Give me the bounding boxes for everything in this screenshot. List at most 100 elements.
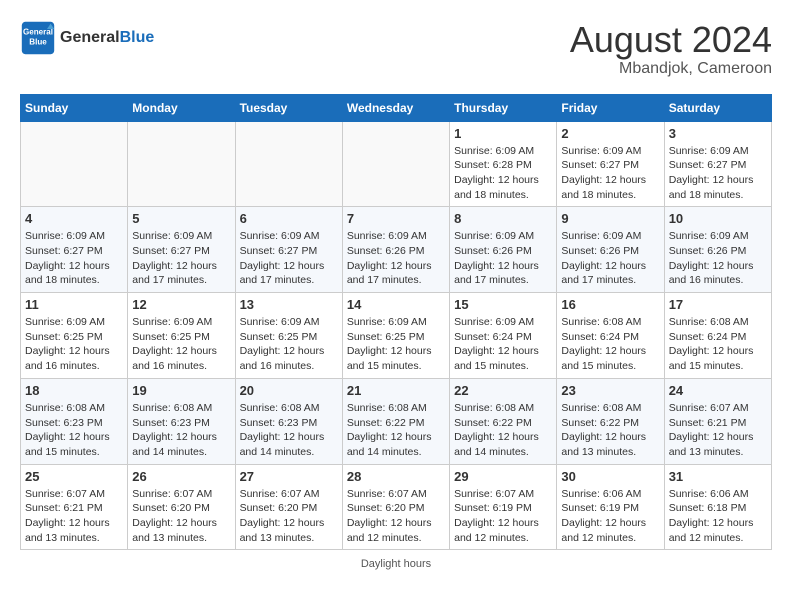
day-info: Sunrise: 6:08 AM Sunset: 6:23 PM Dayligh…: [240, 401, 338, 460]
calendar-footer: Daylight hours: [20, 558, 772, 570]
day-number: 19: [132, 383, 230, 398]
weekday-header-row: SundayMondayTuesdayWednesdayThursdayFrid…: [21, 94, 772, 121]
day-info: Sunrise: 6:09 AM Sunset: 6:26 PM Dayligh…: [669, 229, 767, 288]
calendar-cell: 8Sunrise: 6:09 AM Sunset: 6:26 PM Daylig…: [450, 207, 557, 293]
day-info: Sunrise: 6:09 AM Sunset: 6:27 PM Dayligh…: [132, 229, 230, 288]
day-number: 4: [25, 211, 123, 226]
calendar-cell: 9Sunrise: 6:09 AM Sunset: 6:26 PM Daylig…: [557, 207, 664, 293]
svg-text:Blue: Blue: [29, 37, 47, 46]
day-info: Sunrise: 6:08 AM Sunset: 6:22 PM Dayligh…: [454, 401, 552, 460]
location-subtitle: Mbandjok, Cameroon: [570, 60, 772, 78]
day-number: 13: [240, 297, 338, 312]
calendar-cell: [342, 121, 449, 207]
day-info: Sunrise: 6:09 AM Sunset: 6:25 PM Dayligh…: [347, 315, 445, 374]
calendar-week-4: 18 Sunrise: 6:08 AM Sunset: 6:23 PM Dayli…: [21, 378, 772, 464]
calendar-cell: 10 Sunrise: 6:09 AM Sunset: 6:26 PM Dayli…: [664, 207, 771, 293]
day-info: Sunrise: 6:09 AM Sunset: 6:24 PM Dayligh…: [454, 315, 552, 374]
day-number: 20: [240, 383, 338, 398]
title-block: August 2024 Mbandjok, Cameroon: [570, 20, 772, 78]
calendar-week-5: 25Sunrise: 6:07 AM Sunset: 6:21 PM Dayli…: [21, 464, 772, 550]
day-number: 29: [454, 469, 552, 484]
day-number: 3: [669, 126, 767, 141]
day-info: Sunrise: 6:09 AM Sunset: 6:25 PM Dayligh…: [25, 315, 123, 374]
calendar-header: SundayMondayTuesdayWednesdayThursdayFrid…: [21, 94, 772, 121]
day-info: Sunrise: 6:07 AM Sunset: 6:19 PM Dayligh…: [454, 487, 552, 546]
logo-icon: General Blue: [20, 20, 56, 56]
day-number: 16: [561, 297, 659, 312]
day-number: 18: [25, 383, 123, 398]
calendar-cell: [128, 121, 235, 207]
logo: General Blue GeneralBlue: [20, 20, 154, 56]
calendar-cell: 3 Sunrise: 6:09 AM Sunset: 6:27 PM Daylig…: [664, 121, 771, 207]
logo-text: GeneralBlue: [60, 29, 154, 47]
calendar-cell: 22 Sunrise: 6:08 AM Sunset: 6:22 PM Dayli…: [450, 378, 557, 464]
day-number: 28: [347, 469, 445, 484]
day-info: Sunrise: 6:07 AM Sunset: 6:21 PM Dayligh…: [669, 401, 767, 460]
day-number: 27: [240, 469, 338, 484]
calendar-table: SundayMondayTuesdayWednesdayThursdayFrid…: [20, 94, 772, 551]
day-number: 8: [454, 211, 552, 226]
day-info: Sunrise: 6:09 AM Sunset: 6:25 PM Dayligh…: [240, 315, 338, 374]
day-info: Sunrise: 6:09 AM Sunset: 6:27 PM Dayligh…: [25, 229, 123, 288]
calendar-cell: 17Sunrise: 6:08 AM Sunset: 6:24 PM Dayli…: [664, 293, 771, 379]
calendar-cell: 15 Sunrise: 6:09 AM Sunset: 6:24 PM Dayli…: [450, 293, 557, 379]
weekday-header-sunday: Sunday: [21, 94, 128, 121]
day-number: 12: [132, 297, 230, 312]
day-info: Sunrise: 6:07 AM Sunset: 6:20 PM Dayligh…: [132, 487, 230, 546]
day-number: 14: [347, 297, 445, 312]
calendar-cell: 19 Sunrise: 6:08 AM Sunset: 6:23 PM Dayli…: [128, 378, 235, 464]
day-info: Sunrise: 6:09 AM Sunset: 6:27 PM Dayligh…: [561, 144, 659, 203]
calendar-cell: 29 Sunrise: 6:07 AM Sunset: 6:19 PM Dayli…: [450, 464, 557, 550]
day-info: Sunrise: 6:08 AM Sunset: 6:24 PM Dayligh…: [669, 315, 767, 374]
calendar-cell: 18 Sunrise: 6:08 AM Sunset: 6:23 PM Dayli…: [21, 378, 128, 464]
calendar-cell: 30Sunrise: 6:06 AM Sunset: 6:19 PM Dayli…: [557, 464, 664, 550]
day-info: Sunrise: 6:07 AM Sunset: 6:20 PM Dayligh…: [347, 487, 445, 546]
calendar-cell: 6 Sunrise: 6:09 AM Sunset: 6:27 PM Daylig…: [235, 207, 342, 293]
weekday-header-tuesday: Tuesday: [235, 94, 342, 121]
day-number: 7: [347, 211, 445, 226]
day-info: Sunrise: 6:08 AM Sunset: 6:23 PM Dayligh…: [132, 401, 230, 460]
calendar-cell: 2Sunrise: 6:09 AM Sunset: 6:27 PM Daylig…: [557, 121, 664, 207]
weekday-header-wednesday: Wednesday: [342, 94, 449, 121]
day-number: 24: [669, 383, 767, 398]
calendar-cell: 31Sunrise: 6:06 AM Sunset: 6:18 PM Dayli…: [664, 464, 771, 550]
calendar-cell: 16 Sunrise: 6:08 AM Sunset: 6:24 PM Dayli…: [557, 293, 664, 379]
weekday-header-friday: Friday: [557, 94, 664, 121]
day-info: Sunrise: 6:09 AM Sunset: 6:27 PM Dayligh…: [240, 229, 338, 288]
calendar-cell: 12Sunrise: 6:09 AM Sunset: 6:25 PM Dayli…: [128, 293, 235, 379]
calendar-week-2: 4 Sunrise: 6:09 AM Sunset: 6:27 PM Daylig…: [21, 207, 772, 293]
day-number: 26: [132, 469, 230, 484]
calendar-cell: 27 Sunrise: 6:07 AM Sunset: 6:20 PM Dayli…: [235, 464, 342, 550]
day-number: 15: [454, 297, 552, 312]
day-number: 1: [454, 126, 552, 141]
calendar-cell: 11Sunrise: 6:09 AM Sunset: 6:25 PM Dayli…: [21, 293, 128, 379]
day-info: Sunrise: 6:07 AM Sunset: 6:20 PM Dayligh…: [240, 487, 338, 546]
calendar-cell: 20 Sunrise: 6:08 AM Sunset: 6:23 PM Dayli…: [235, 378, 342, 464]
weekday-header-thursday: Thursday: [450, 94, 557, 121]
day-info: Sunrise: 6:07 AM Sunset: 6:21 PM Dayligh…: [25, 487, 123, 546]
calendar-cell: [235, 121, 342, 207]
day-info: Sunrise: 6:08 AM Sunset: 6:24 PM Dayligh…: [561, 315, 659, 374]
calendar-cell: 24 Sunrise: 6:07 AM Sunset: 6:21 PM Dayli…: [664, 378, 771, 464]
day-number: 10: [669, 211, 767, 226]
day-info: Sunrise: 6:09 AM Sunset: 6:28 PM Dayligh…: [454, 144, 552, 203]
day-info: Sunrise: 6:08 AM Sunset: 6:22 PM Dayligh…: [561, 401, 659, 460]
footer-label: Daylight hours: [361, 558, 431, 570]
calendar-cell: 13 Sunrise: 6:09 AM Sunset: 6:25 PM Dayli…: [235, 293, 342, 379]
day-number: 22: [454, 383, 552, 398]
day-info: Sunrise: 6:06 AM Sunset: 6:19 PM Dayligh…: [561, 487, 659, 546]
calendar-week-3: 11Sunrise: 6:09 AM Sunset: 6:25 PM Dayli…: [21, 293, 772, 379]
calendar-cell: 14 Sunrise: 6:09 AM Sunset: 6:25 PM Dayli…: [342, 293, 449, 379]
weekday-header-monday: Monday: [128, 94, 235, 121]
day-info: Sunrise: 6:08 AM Sunset: 6:23 PM Dayligh…: [25, 401, 123, 460]
calendar-cell: 5Sunrise: 6:09 AM Sunset: 6:27 PM Daylig…: [128, 207, 235, 293]
day-info: Sunrise: 6:09 AM Sunset: 6:26 PM Dayligh…: [347, 229, 445, 288]
calendar-cell: 1 Sunrise: 6:09 AM Sunset: 6:28 PM Daylig…: [450, 121, 557, 207]
day-number: 21: [347, 383, 445, 398]
day-number: 6: [240, 211, 338, 226]
calendar-cell: [21, 121, 128, 207]
calendar-cell: 26 Sunrise: 6:07 AM Sunset: 6:20 PM Dayli…: [128, 464, 235, 550]
day-info: Sunrise: 6:09 AM Sunset: 6:27 PM Dayligh…: [669, 144, 767, 203]
calendar-cell: 4 Sunrise: 6:09 AM Sunset: 6:27 PM Daylig…: [21, 207, 128, 293]
day-info: Sunrise: 6:06 AM Sunset: 6:18 PM Dayligh…: [669, 487, 767, 546]
